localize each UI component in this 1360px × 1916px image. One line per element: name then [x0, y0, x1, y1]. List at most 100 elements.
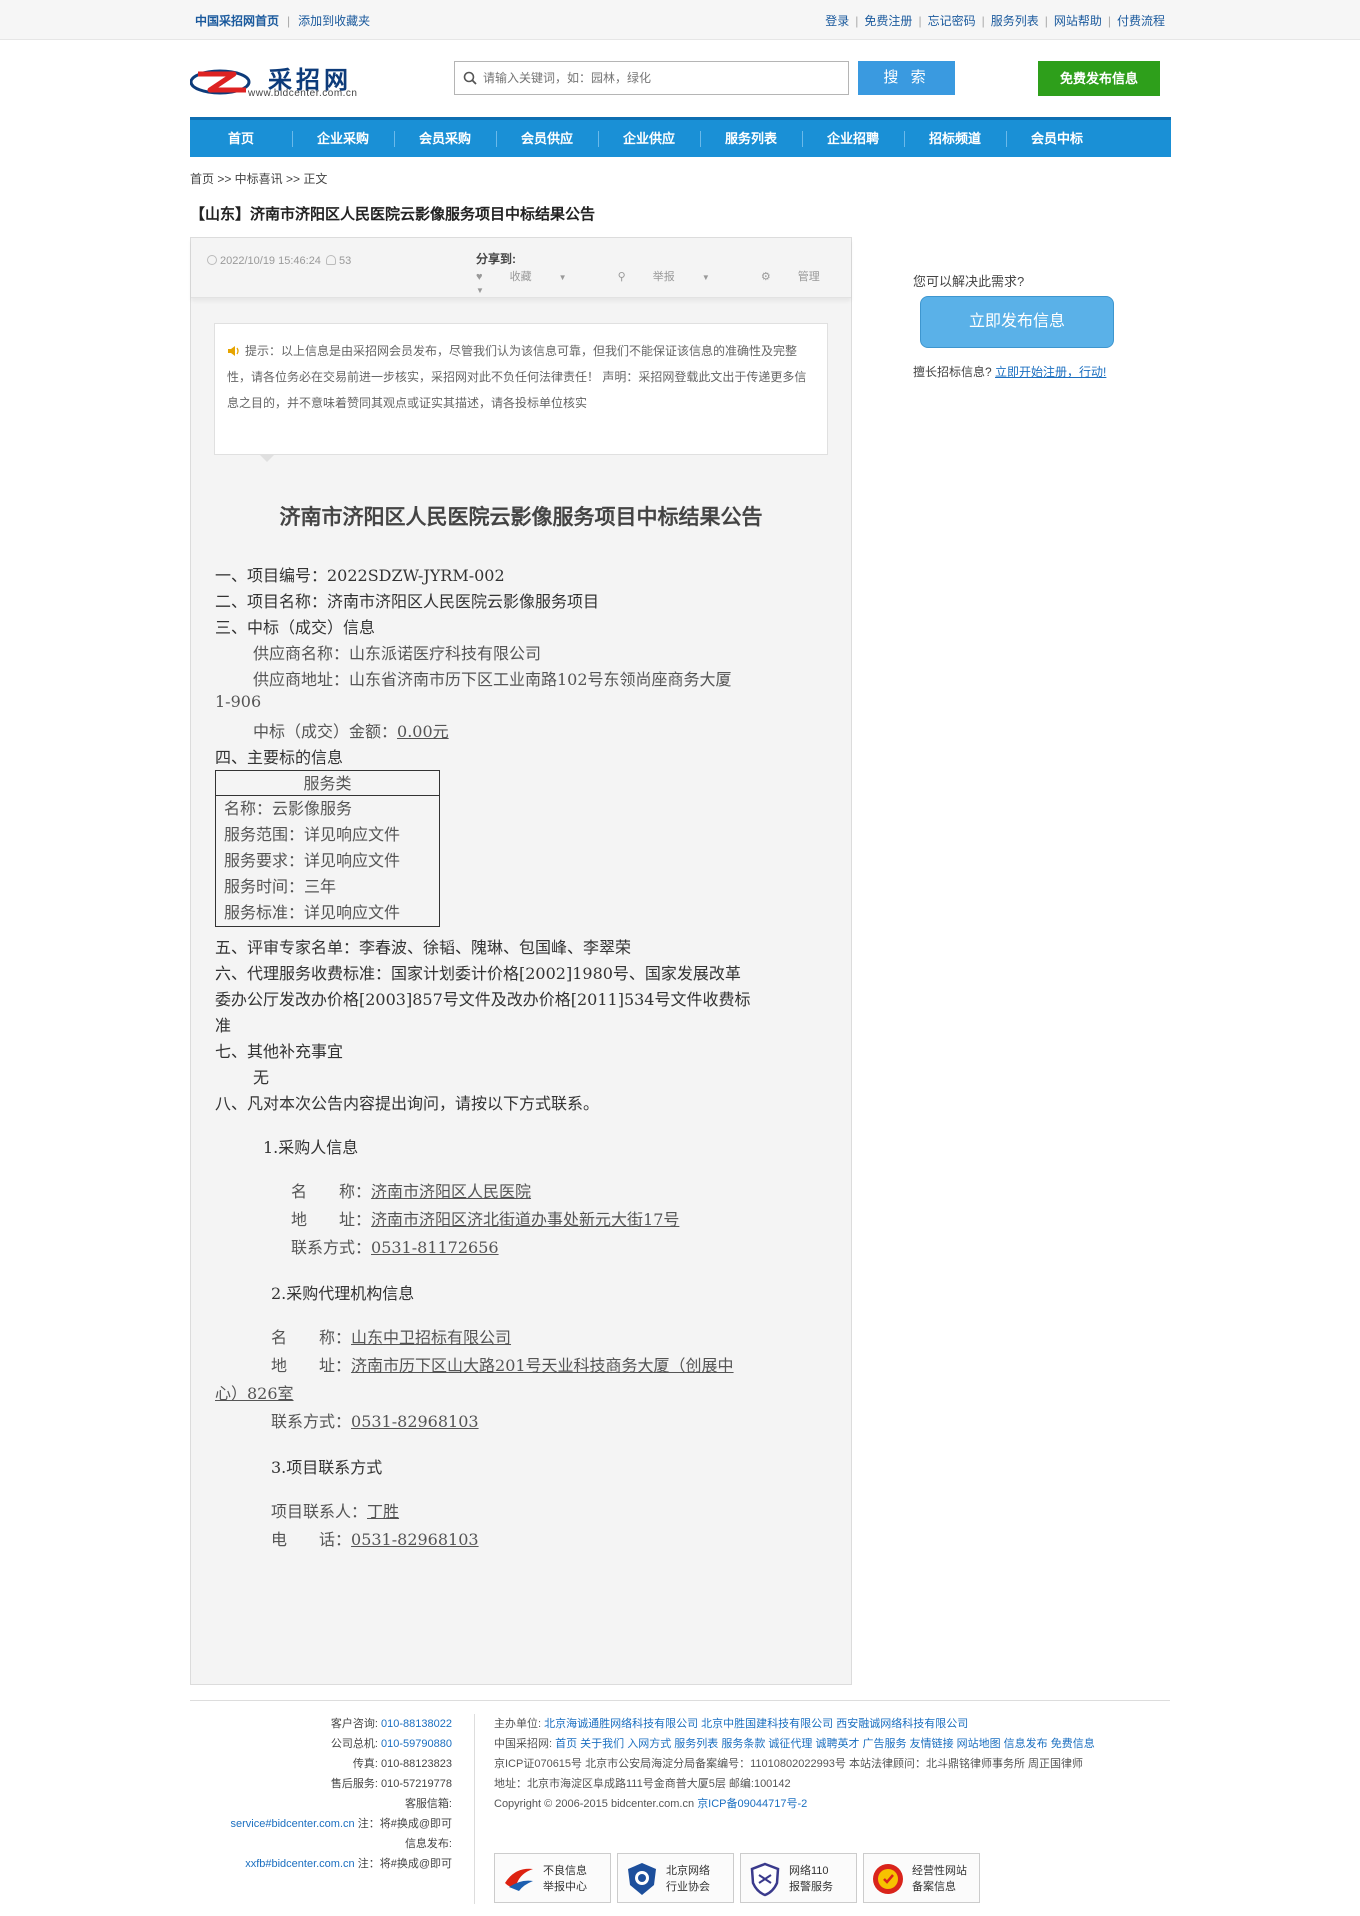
publish-email[interactable]: xxfb#bidcenter.com.cn — [245, 1858, 354, 1870]
service-table-row: 名称：云影像服务 — [224, 799, 353, 818]
section-award-info: 三、中标（成交）信息 — [215, 618, 376, 637]
section-main-subject: 四、主要标的信息 — [215, 748, 344, 767]
page-title: 【山东】济南市济阳区人民医院云影像服务项目中标结果公告 — [190, 206, 596, 223]
footer-info: 主办单位: 北京海诚通胜网络科技有限公司 北京中胜国建科技有限公司 西安融诚网络… — [494, 1714, 1174, 1814]
top-left-links: 中国采招网首页 | 添加到收藏夹 — [195, 14, 371, 28]
nav-member-supply[interactable]: 会员供应 — [496, 120, 598, 157]
top-right-links: 登录 | 免费注册 | 忘记密码 | 服务列表 | 网站帮助 | 付费流程 — [825, 14, 1165, 28]
logo-url: www.bidcenter.com.cn — [248, 88, 358, 99]
home-link[interactable]: 中国采招网首页 — [195, 14, 279, 28]
share-label: 分享到: — [476, 252, 516, 266]
purchaser-phone: 联系方式：0531-81172656 — [291, 1238, 499, 1257]
award-amount: 中标（成交）金额：0.00元 — [253, 722, 449, 741]
section-contact: 八、凡对本次公告内容提出询问，请按以下方式联系。 — [215, 1094, 600, 1113]
meta-bar: 2022/10/19 15:46:24 53 分享到: ♥ 收藏 ▼ ⚲ 举报 … — [191, 238, 851, 298]
publish-now-button[interactable]: 立即发布信息 — [920, 296, 1114, 348]
caret-down-icon: ▼ — [558, 273, 567, 282]
register-link[interactable]: 免费注册 — [864, 14, 912, 28]
purchaser-heading: 1.采购人信息 — [263, 1138, 359, 1157]
purchaser-name: 名 称：济南市济阳区人民医院 — [291, 1182, 532, 1201]
register-now-link[interactable]: 立即开始注册，行动! — [995, 365, 1106, 379]
search-icon — [463, 71, 477, 85]
project-contact-person: 项目联系人：丁胜 — [271, 1502, 400, 1521]
agency-phone: 联系方式：0531-82968103 — [271, 1412, 479, 1431]
gear-icon: ⚙ — [760, 271, 774, 283]
footer-contacts: 客户咨询: 010-88138022 公司总机: 010-59790880 传真… — [230, 1718, 452, 1870]
meta-actions: ♥ 收藏 ▼ ⚲ 举报 ▼ ⚙ 管理 ▼ — [476, 268, 851, 296]
article-panel: 2022/10/19 15:46:24 53 分享到: ♥ 收藏 ▼ ⚲ 举报 … — [190, 237, 852, 1685]
footer-links[interactable]: 首页 关于我们 入网方式 服务列表 服务条款 诚征代理 诚聘英才 广告服务 友情… — [555, 1738, 1095, 1750]
supplier-address-cont: 1-906 — [215, 692, 262, 711]
clock-icon — [207, 255, 217, 265]
main-nav: 首页 企业采购 会员采购 会员供应 企业供应 服务列表 企业招聘 招标频道 会员… — [190, 117, 1171, 157]
sidebar-register: 擅长招标信息? 立即开始注册，行动! — [913, 365, 1107, 379]
nav-home[interactable]: 首页 — [190, 120, 292, 157]
logo-icon — [190, 69, 251, 95]
user-icon — [326, 255, 336, 265]
publish-datetime: 2022/10/19 15:46:24 — [220, 255, 321, 267]
forgot-password-link[interactable]: 忘记密码 — [928, 14, 976, 28]
supplier-address: 供应商地址：山东省济南市历下区工业南路102号东领尚座商务大厦 — [253, 670, 732, 689]
caret-down-icon: ▼ — [701, 273, 710, 282]
disclaimer-notice: 提示：以上信息是由采招网会员发布，尽管我们认为该信息可靠，但我们不能保证该信息的… — [214, 323, 828, 455]
badge-network-association[interactable]: 北京网络 行业协会 — [617, 1853, 734, 1903]
icp-link[interactable]: 京ICP备09044717号-2 — [697, 1798, 807, 1810]
nav-recruitment[interactable]: 企业招聘 — [802, 120, 904, 157]
search-button[interactable]: 搜 索 — [858, 61, 955, 95]
sponsor-links[interactable]: 北京海诚通胜网络科技有限公司 北京中胜国建科技有限公司 西安融诚网络科技有限公司 — [544, 1718, 968, 1730]
breadcrumb[interactable]: 首页 >> 中标喜讯 >> 正文 — [190, 170, 327, 187]
service-table: 服务类 名称：云影像服务 服务范围：详见响应文件 服务要求：详见响应文件 服务时… — [215, 770, 440, 927]
purchaser-address: 地 址：济南市济阳区济北街道办事处新元大街17号 — [291, 1210, 680, 1229]
announcement-title: 济南市济阳区人民医院云影像服务项目中标结果公告 — [279, 506, 763, 529]
nav-enterprise-purchase[interactable]: 企业采购 — [292, 120, 394, 157]
service-email[interactable]: service#bidcenter.com.cn — [231, 1818, 355, 1830]
project-contact-heading: 3.项目联系方式 — [271, 1458, 383, 1477]
project-name: 二、项目名称：济南市济阳区人民医院云影像服务项目 — [215, 592, 600, 611]
section-other: 七、其他补充事宜 — [215, 1042, 344, 1061]
top-bar: 中国采招网首页 | 添加到收藏夹 登录 | 免费注册 | 忘记密码 | 服务列表 | 网站帮助 | 付费… — [0, 0, 1360, 40]
badge-police-110[interactable]: 网络110 报警服务 — [740, 1853, 857, 1903]
fee-standard-end: 准 — [215, 1016, 232, 1035]
nav-service-list[interactable]: 服务列表 — [700, 120, 802, 157]
agency-name: 名 称：山东中卫招标有限公司 — [271, 1328, 512, 1347]
help-link[interactable]: 网站帮助 — [1054, 14, 1102, 28]
service-list-link[interactable]: 服务列表 — [991, 14, 1039, 28]
supplier-name: 供应商名称：山东派诺医疗科技有限公司 — [253, 644, 542, 663]
favorite-action[interactable]: ♥ 收藏 ▼ — [476, 271, 591, 283]
notice-tail — [259, 454, 275, 462]
service-table-row: 服务要求：详见响应文件 — [224, 851, 401, 870]
pin-icon: ⚲ — [617, 271, 629, 283]
add-favorite-link[interactable]: 添加到收藏夹 — [298, 14, 370, 28]
payment-flow-link[interactable]: 付费流程 — [1117, 14, 1165, 28]
agency-heading: 2.采购代理机构信息 — [271, 1284, 415, 1303]
nav-bidding-channel[interactable]: 招标频道 — [904, 120, 1006, 157]
heart-icon: ♥ — [476, 271, 486, 283]
speaker-icon — [228, 346, 239, 356]
project-contact-phone: 电 话：0531-82968103 — [271, 1530, 479, 1549]
search-input[interactable] — [483, 65, 843, 91]
nav-member-purchase[interactable]: 会员采购 — [394, 120, 496, 157]
report-action[interactable]: ⚲ 举报 ▼ — [618, 271, 734, 283]
shield-icon — [750, 1862, 780, 1897]
badge-business-registration[interactable]: 经营性网站 备案信息 — [863, 1853, 980, 1903]
registration-seal-icon — [873, 1864, 903, 1894]
site-logo[interactable]: 采招网 www.bidcenter.com.cn — [190, 58, 380, 106]
agency-address: 地 址：济南市历下区山大路201号天业科技商务大厦（创展中 — [271, 1356, 734, 1375]
badge-report-center[interactable]: 不良信息 举报中心 — [494, 1853, 611, 1903]
footer-badges: 不良信息 举报中心 北京网络 行业协会 网络110 报警服务 经营性网站 备案信息 — [494, 1853, 980, 1903]
service-table-row: 服务时间：三年 — [224, 877, 337, 896]
other-value: 无 — [253, 1068, 270, 1087]
report-center-icon — [505, 1868, 533, 1891]
free-post-button[interactable]: 免费发布信息 — [1038, 61, 1160, 96]
sidebar-question: 您可以解决此需求? — [913, 274, 1025, 289]
login-link[interactable]: 登录 — [825, 14, 849, 28]
nav-member-award[interactable]: 会员中标 — [1006, 120, 1108, 157]
footer-address: 地址：北京市海淀区阜成路111号金商普大厦5层 邮编:100142 — [494, 1778, 791, 1790]
fee-standard: 六、代理服务收费标准：国家计划委计价格[2002]1980号、国家发展改革 — [215, 964, 741, 983]
fee-standard-cont: 委办公厅发改办价格[2003]857号文件及改办价格[2011]534号文件收费… — [215, 990, 751, 1009]
nav-enterprise-supply[interactable]: 企业供应 — [598, 120, 700, 157]
service-table-head: 服务类 — [216, 771, 439, 796]
caret-down-icon: ▼ — [476, 286, 484, 295]
project-number: 一、项目编号：2022SDZW-JYRM-002 — [215, 566, 505, 585]
footer-divider — [190, 1700, 1170, 1701]
